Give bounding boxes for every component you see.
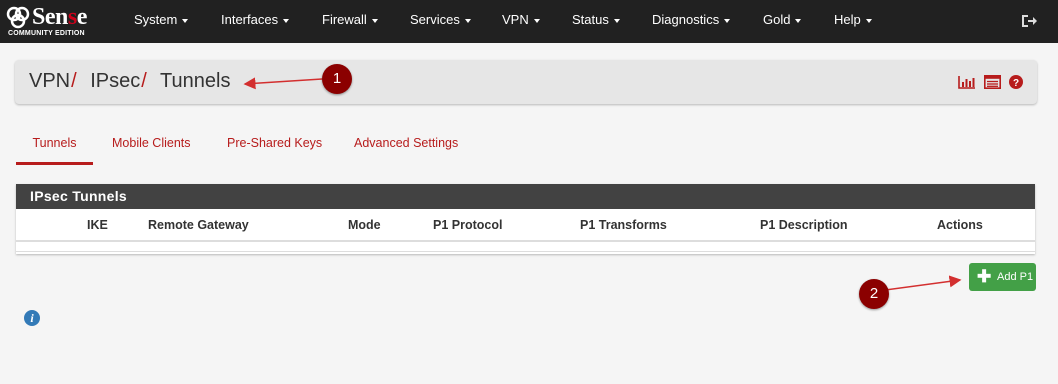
panel-title: IPsec Tunnels xyxy=(16,184,1035,209)
add-p1-label: Add P1 xyxy=(997,271,1034,283)
nav-menu-gold[interactable]: Gold xyxy=(763,0,802,43)
caret-down-icon xyxy=(613,18,620,23)
top-navbar: Sense COMMUNITY EDITION System Interface… xyxy=(0,0,1058,43)
nav-menu-services[interactable]: Services xyxy=(410,0,471,43)
sign-out-icon[interactable] xyxy=(1020,12,1038,30)
breadcrumb-panel: VPN/ IPsec/ Tunnels ? xyxy=(15,60,1037,104)
nav-menu-status[interactable]: Status xyxy=(572,0,620,43)
column-header-p1-description: P1 Description xyxy=(760,218,848,232)
caret-down-icon xyxy=(182,18,189,23)
annotation-arrow-2 xyxy=(877,275,962,292)
nav-menu-vpn[interactable]: VPN xyxy=(502,0,540,43)
add-p1-button[interactable]: ✚ Add P1 xyxy=(969,263,1036,291)
caret-down-icon xyxy=(371,18,378,23)
table-header: IKE Remote Gateway Mode P1 Protocol P1 T… xyxy=(16,209,1035,242)
svg-text:?: ? xyxy=(1013,78,1019,89)
info-circle-icon[interactable]: i xyxy=(24,310,40,326)
pfsense-logo[interactable]: Sense COMMUNITY EDITION xyxy=(6,4,106,40)
logo-brand: Sense xyxy=(32,4,87,30)
annotation-marker-2: 2 xyxy=(859,279,889,309)
breadcrumb-separator: / xyxy=(71,70,77,92)
column-header-p1-transforms: P1 Transforms xyxy=(580,218,667,232)
help-circle-icon[interactable]: ? xyxy=(1009,75,1023,89)
column-header-mode: Mode xyxy=(348,218,381,232)
annotation-marker-1: 1 xyxy=(322,64,352,94)
tab-tunnels[interactable]: Tunnels xyxy=(16,128,93,165)
logo-mark-icon xyxy=(6,6,30,29)
caret-down-icon xyxy=(724,18,731,23)
ipsec-tunnels-panel: IPsec Tunnels IKE Remote Gateway Mode P1… xyxy=(16,184,1035,254)
column-header-actions: Actions xyxy=(937,218,983,232)
tab-mobile-clients[interactable]: Mobile Clients xyxy=(112,128,191,165)
nav-menu-system[interactable]: System xyxy=(134,0,189,43)
log-table-icon[interactable] xyxy=(984,75,1001,89)
breadcrumb-icons: ? xyxy=(958,75,1023,89)
logo-edition: COMMUNITY EDITION xyxy=(8,30,85,37)
table-empty-row xyxy=(16,242,1035,252)
column-header-remote-gateway: Remote Gateway xyxy=(148,218,249,232)
nav-menu-diagnostics[interactable]: Diagnostics xyxy=(652,0,731,43)
caret-down-icon xyxy=(533,18,540,23)
plus-icon: ✚ xyxy=(977,267,992,286)
nav-menu-help[interactable]: Help xyxy=(834,0,872,43)
breadcrumb-separator: / xyxy=(141,70,147,92)
breadcrumb-item-vpn[interactable]: VPN xyxy=(29,70,70,92)
bar-chart-icon[interactable] xyxy=(958,75,976,89)
nav-menu-firewall[interactable]: Firewall xyxy=(322,0,378,43)
column-header-ike: IKE xyxy=(87,218,108,232)
caret-down-icon xyxy=(865,18,872,23)
breadcrumb: VPN/ IPsec/ Tunnels xyxy=(29,70,230,93)
nav-menu-interfaces[interactable]: Interfaces xyxy=(221,0,290,43)
column-header-p1-protocol: P1 Protocol xyxy=(433,218,503,232)
caret-down-icon xyxy=(464,18,471,23)
tab-pre-shared-keys[interactable]: Pre-Shared Keys xyxy=(227,128,322,165)
caret-down-icon xyxy=(283,18,290,23)
caret-down-icon xyxy=(795,18,802,23)
tab-advanced-settings[interactable]: Advanced Settings xyxy=(354,128,458,165)
breadcrumb-item-ipsec[interactable]: IPsec xyxy=(90,70,140,92)
breadcrumb-item-tunnels[interactable]: Tunnels xyxy=(160,70,230,92)
